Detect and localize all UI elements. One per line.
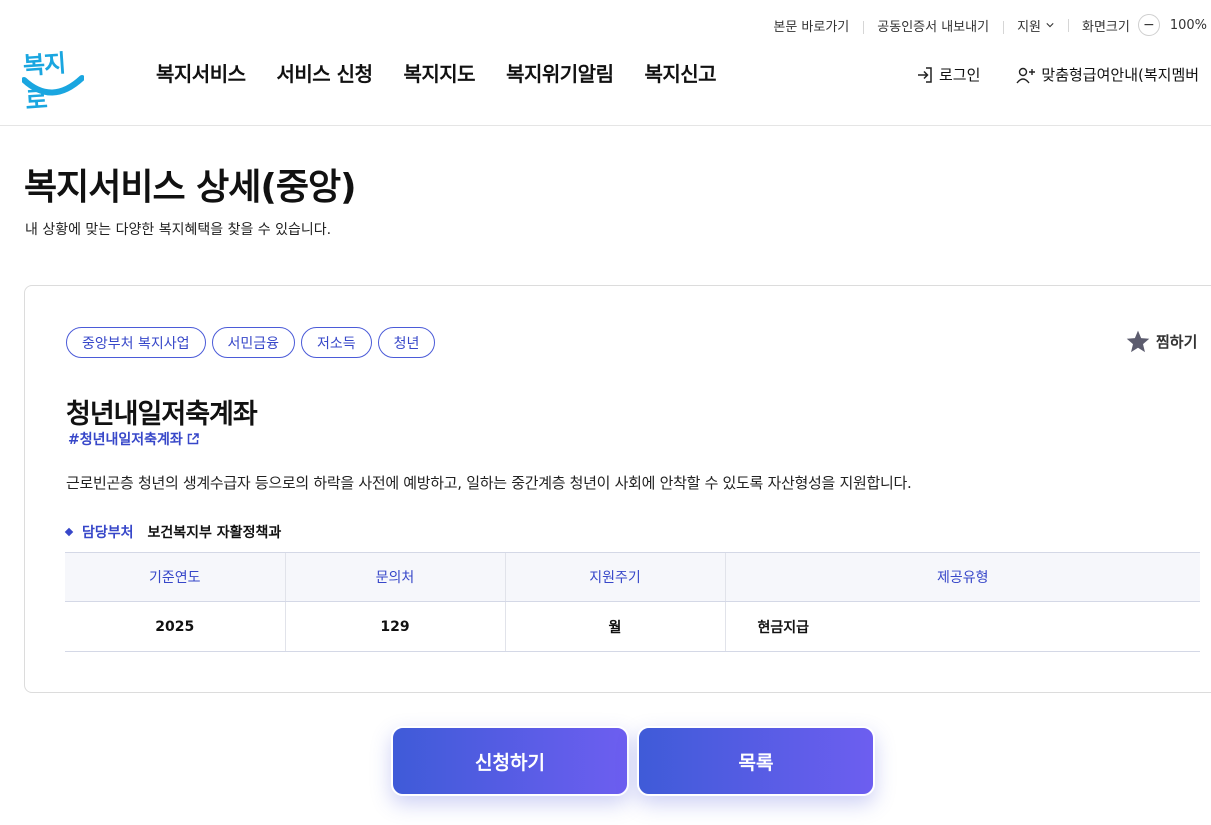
action-buttons: 신청하기 목록 (391, 726, 875, 796)
cell-support-cycle: 월 (504, 601, 725, 652)
nav-crisis-alert[interactable]: 복지위기알림 (506, 58, 614, 87)
header-contact: 문의처 (284, 552, 505, 602)
header-actions: 로그인 맞춤형급여안내(복지멤버 (916, 64, 1199, 85)
star-icon (1126, 330, 1150, 353)
tag-central-ministry[interactable]: 중앙부처 복지사업 (66, 327, 206, 358)
skip-to-content-label: 본문 바로가기 (773, 19, 850, 35)
skip-to-content-link[interactable]: 본문 바로가기 (759, 16, 863, 35)
logo-smile-icon (22, 75, 84, 96)
page-title: 복지서비스 상세(중앙) (24, 167, 357, 208)
table-header-row: 기준연도 문의처 지원주기 제공유형 (65, 552, 1200, 602)
login-icon (918, 66, 932, 83)
zoom-out-button[interactable]: − (1137, 14, 1160, 36)
tag-low-income[interactable]: 저소득 (301, 327, 372, 358)
chevron-down-icon (1046, 23, 1054, 28)
screen-size-label: 화면크기 (1081, 19, 1130, 35)
service-detail-card: 중앙부처 복지사업 서민금융 저소득 청년 찜하기 청년내일저축계좌 #청년내일… (24, 285, 1211, 693)
custom-guide-label: 맞춤형급여안내(복지멤버 (1041, 66, 1200, 84)
login-button[interactable]: 로그인 (916, 64, 980, 85)
support-label: 지원 (1017, 19, 1041, 35)
table-row: 2025 129 월 현금지급 (65, 601, 1200, 652)
cell-provision-type: 현금지급 (724, 601, 1200, 652)
service-hashtag: #청년내일저축계좌 (68, 432, 183, 448)
cert-export-link[interactable]: 공동인증서 내보내기 (863, 16, 1003, 35)
cell-base-year: 2025 (65, 601, 285, 652)
department-value: 보건복지부 자활정책과 (147, 525, 282, 541)
cell-contact: 129 (284, 601, 505, 652)
header-divider (0, 125, 1211, 126)
tag-youth[interactable]: 청년 (377, 327, 436, 358)
header-base-year: 기준연도 (65, 552, 285, 602)
login-label: 로그인 (939, 66, 981, 84)
page-subtitle: 내 상황에 맞는 다양한 복지혜택을 찾을 수 있습니다. (25, 222, 332, 238)
tag-microfinance[interactable]: 서민금융 (211, 327, 296, 358)
favorite-button[interactable]: 찜하기 (1125, 329, 1197, 354)
cert-export-label: 공동인증서 내보내기 (877, 19, 990, 35)
service-description: 근로빈곤층 청년의 생계수급자 등으로의 하락을 사전에 예방하고, 일하는 중… (66, 474, 912, 492)
user-add-icon (1016, 67, 1036, 83)
nav-service-apply[interactable]: 서비스 신청 (277, 58, 373, 87)
apply-button[interactable]: 신청하기 (391, 726, 629, 796)
service-hashtag-link[interactable]: #청년내일저축계좌 (68, 429, 199, 449)
nav-welfare-service[interactable]: 복지서비스 (156, 58, 246, 87)
nav-welfare-report[interactable]: 복지신고 (644, 58, 716, 87)
favorite-label: 찜하기 (1156, 333, 1198, 351)
service-title: 청년내일저축계좌 (66, 399, 258, 430)
screen-size-control: 화면크기 − 100% (1067, 14, 1207, 36)
service-tags: 중앙부처 복지사업 서민금융 저소득 청년 (66, 327, 436, 358)
external-link-icon (187, 433, 199, 445)
support-dropdown[interactable]: 지원 (1003, 16, 1068, 35)
utility-bar: 본문 바로가기 공동인증서 내보내기 지원 화면크기 − 100% (759, 12, 1207, 38)
diamond-bullet-icon (64, 527, 74, 537)
zoom-value: 100% (1169, 17, 1207, 33)
custom-benefit-guide-link[interactable]: 맞춤형급여안내(복지멤버 (1016, 64, 1199, 85)
department-label: 담당부처 (82, 525, 134, 541)
nav-welfare-map[interactable]: 복지지도 (403, 58, 475, 87)
list-button[interactable]: 목록 (637, 726, 875, 796)
service-info-table: 기준연도 문의처 지원주기 제공유형 2025 129 월 현금지급 (65, 552, 1200, 652)
global-nav: 복지서비스 서비스 신청 복지지도 복지위기알림 복지신고 (156, 58, 747, 87)
department-info: 담당부처 보건복지부 자활정책과 (64, 522, 282, 542)
header-provision-type: 제공유형 (724, 552, 1200, 602)
site-logo[interactable]: 복지로 (22, 42, 84, 115)
header-support-cycle: 지원주기 (504, 552, 725, 602)
